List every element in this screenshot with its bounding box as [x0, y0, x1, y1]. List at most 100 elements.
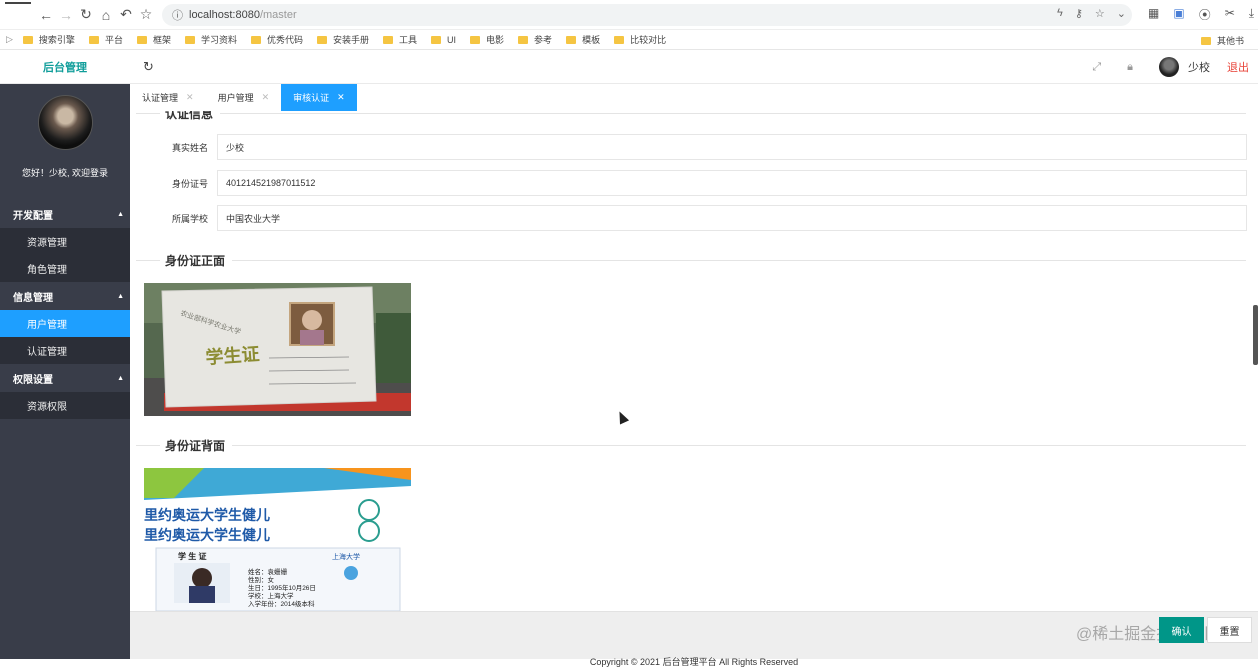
- forward-icon[interactable]: →: [56, 5, 76, 25]
- chevron-down-icon[interactable]: ⌄: [1117, 7, 1126, 20]
- browser-toolbar: ← → ↻ ⌂ ↶ ☆ ⓘ localhost:8080/master ϟ ⚷ …: [0, 0, 1258, 30]
- sidebar-item-resource-permission[interactable]: 资源权限: [0, 392, 130, 419]
- info-icon: ⓘ: [172, 9, 183, 22]
- bookmark-item[interactable]: 工具: [383, 33, 417, 46]
- refresh-icon[interactable]: ↻: [143, 59, 154, 75]
- field-label: 真实姓名: [171, 143, 208, 153]
- section-id-front: 身份证正面: [136, 250, 1246, 270]
- tab-review-auth[interactable]: 审核认证 ✕: [281, 84, 357, 111]
- folder-icon: [1200, 36, 1211, 45]
- sidebar-item-resource[interactable]: 资源管理: [0, 228, 130, 255]
- folder-icon: [22, 35, 33, 44]
- card-line: 姓名：袁姗姗: [248, 567, 288, 576]
- menu-group-permission[interactable]: 权限设置 ▲: [0, 364, 130, 392]
- reset-button[interactable]: 重置: [1207, 617, 1252, 643]
- card-line: 生日：1995年10月26日: [248, 583, 316, 592]
- extension-icon[interactable]: ⦿: [1199, 6, 1211, 23]
- close-icon[interactable]: ✕: [186, 92, 194, 103]
- app-logo-icon: [0, 0, 36, 30]
- idnumber-field[interactable]: 401214521987011512: [217, 170, 1247, 196]
- username[interactable]: 少校: [1188, 59, 1210, 75]
- key-icon[interactable]: ⚷: [1075, 7, 1083, 20]
- folder-icon: [470, 35, 481, 44]
- folder-icon: [383, 35, 394, 44]
- star-icon[interactable]: ☆: [136, 5, 156, 25]
- url-path: /master: [259, 8, 297, 21]
- sidebar-item-role[interactable]: 角色管理: [0, 255, 130, 282]
- undo-icon[interactable]: ↶: [116, 5, 136, 25]
- tab-user-management[interactable]: 用户管理 ✕: [206, 84, 282, 111]
- menu-group-info[interactable]: 信息管理 ▲: [0, 282, 130, 310]
- bookmark-item[interactable]: 平台: [88, 33, 123, 46]
- caret-up-icon: ▲: [117, 374, 124, 382]
- section-title: 身份证背面: [165, 438, 226, 453]
- bookmark-item[interactable]: 比较对比: [614, 33, 666, 46]
- bookmarks-toggle-icon[interactable]: ▷: [6, 34, 13, 45]
- qr-icon[interactable]: ▦: [1148, 6, 1159, 23]
- section-id-back: 身份证背面: [136, 435, 1246, 455]
- menu-group-dev-config[interactable]: 开发配置 ▲: [0, 200, 130, 228]
- sidebar-menu: 开发配置 ▲ 资源管理 角色管理 信息管理 ▲ 用户管理 认证管理 权限设置 ▲…: [0, 200, 130, 419]
- scissors-icon[interactable]: ✂: [1225, 6, 1235, 23]
- card-line: 学校：上海大学: [248, 591, 294, 600]
- fullscreen-icon[interactable]: ⤢: [1092, 61, 1101, 74]
- bookmark-item[interactable]: 模板: [566, 33, 600, 46]
- bookmark-item[interactable]: 电影: [470, 33, 504, 46]
- folder-icon: [317, 35, 327, 44]
- folder-icon: [250, 35, 261, 44]
- section-title: 认证信息: [165, 111, 214, 121]
- banner-text: 里约奥运大学生健儿: [144, 507, 270, 523]
- app-header: 后台管理 ↻ ⤢ 🔒︎ 少校 退出: [0, 50, 1258, 84]
- realname-field[interactable]: 少校: [217, 134, 1247, 160]
- lightning-icon[interactable]: ϟ: [1057, 7, 1063, 20]
- translate-icon[interactable]: ▣: [1173, 6, 1184, 23]
- bookmark-other[interactable]: 其他书: [1200, 34, 1244, 47]
- bookmark-item[interactable]: 优秀代码: [250, 33, 303, 46]
- card-label-text: 学 生 证: [178, 551, 206, 561]
- reload-icon[interactable]: ↻: [76, 5, 96, 25]
- avatar[interactable]: [1159, 57, 1179, 77]
- sidebar: 您好！少校, 欢迎登录 开发配置 ▲ 资源管理 角色管理 信息管理 ▲ 用户管理…: [0, 84, 130, 659]
- folder-icon: [88, 35, 99, 44]
- id-front-image[interactable]: 学生证 农业部科学农业大学: [144, 283, 411, 416]
- page-scrollbar[interactable]: [1253, 305, 1258, 365]
- logout-link[interactable]: 退出: [1227, 59, 1249, 75]
- folder-icon: [614, 35, 625, 44]
- lock-icon[interactable]: 🔒︎: [1127, 61, 1133, 74]
- bookmark-star-icon[interactable]: ☆: [1095, 7, 1105, 20]
- sidebar-item-users[interactable]: 用户管理: [0, 310, 130, 337]
- close-icon[interactable]: ✕: [262, 92, 270, 103]
- tab-auth-management[interactable]: 认证管理 ✕: [130, 84, 206, 111]
- card-school-text: 上海大学: [332, 552, 360, 561]
- folder-icon: [431, 35, 442, 44]
- section-title: 身份证正面: [165, 253, 226, 268]
- banner-text: 里约奥运大学生健儿: [144, 527, 270, 543]
- back-icon[interactable]: ←: [36, 5, 56, 25]
- bookmark-item[interactable]: 安装手册: [317, 33, 369, 46]
- bookmark-item[interactable]: 参考: [518, 33, 552, 46]
- close-icon[interactable]: ✕: [337, 92, 345, 103]
- download-icon[interactable]: ⤓: [1249, 6, 1254, 23]
- folder-icon: [136, 35, 147, 44]
- card-title-text: 学生证: [205, 343, 260, 368]
- home-icon[interactable]: ⌂: [96, 5, 116, 25]
- school-field[interactable]: 中国农业大学: [217, 205, 1247, 231]
- caret-up-icon: ▲: [117, 210, 124, 218]
- footer-bar: @稀土掘金技术社区 确认 重置 Copyright © 2021 后台管理平台 …: [130, 611, 1258, 667]
- field-label: 所属学校: [171, 214, 208, 224]
- form-row-idnumber: 身份证号 401214521987011512: [136, 170, 1248, 196]
- id-back-image[interactable]: 里约奥运大学生健儿 里约奥运大学生健儿 学 生 证 上海大学 姓名：袁姗姗 性别…: [144, 468, 411, 611]
- folder-icon: [566, 35, 577, 44]
- bookmarks-bar: ▷ 搜索引擎 平台 框架 学习资料 优秀代码 安装手册 工具 UI 电影 参考 …: [0, 30, 1258, 50]
- form-row-realname: 真实姓名 少校: [136, 134, 1248, 160]
- bookmark-item[interactable]: 框架: [136, 33, 171, 46]
- bookmark-item[interactable]: 搜索引擎: [22, 33, 75, 46]
- bookmark-item[interactable]: 学习资料: [184, 33, 237, 46]
- address-bar[interactable]: ⓘ localhost:8080/master ϟ ⚷ ☆ ⌄: [162, 3, 1132, 26]
- sidebar-item-auth[interactable]: 认证管理: [0, 337, 130, 364]
- bookmark-item[interactable]: UI: [431, 35, 456, 45]
- confirm-button[interactable]: 确认: [1159, 617, 1204, 643]
- user-avatar: [38, 95, 93, 150]
- tab-bar: 认证管理 ✕ 用户管理 ✕ 审核认证 ✕: [130, 84, 1258, 111]
- folder-icon: [184, 35, 195, 44]
